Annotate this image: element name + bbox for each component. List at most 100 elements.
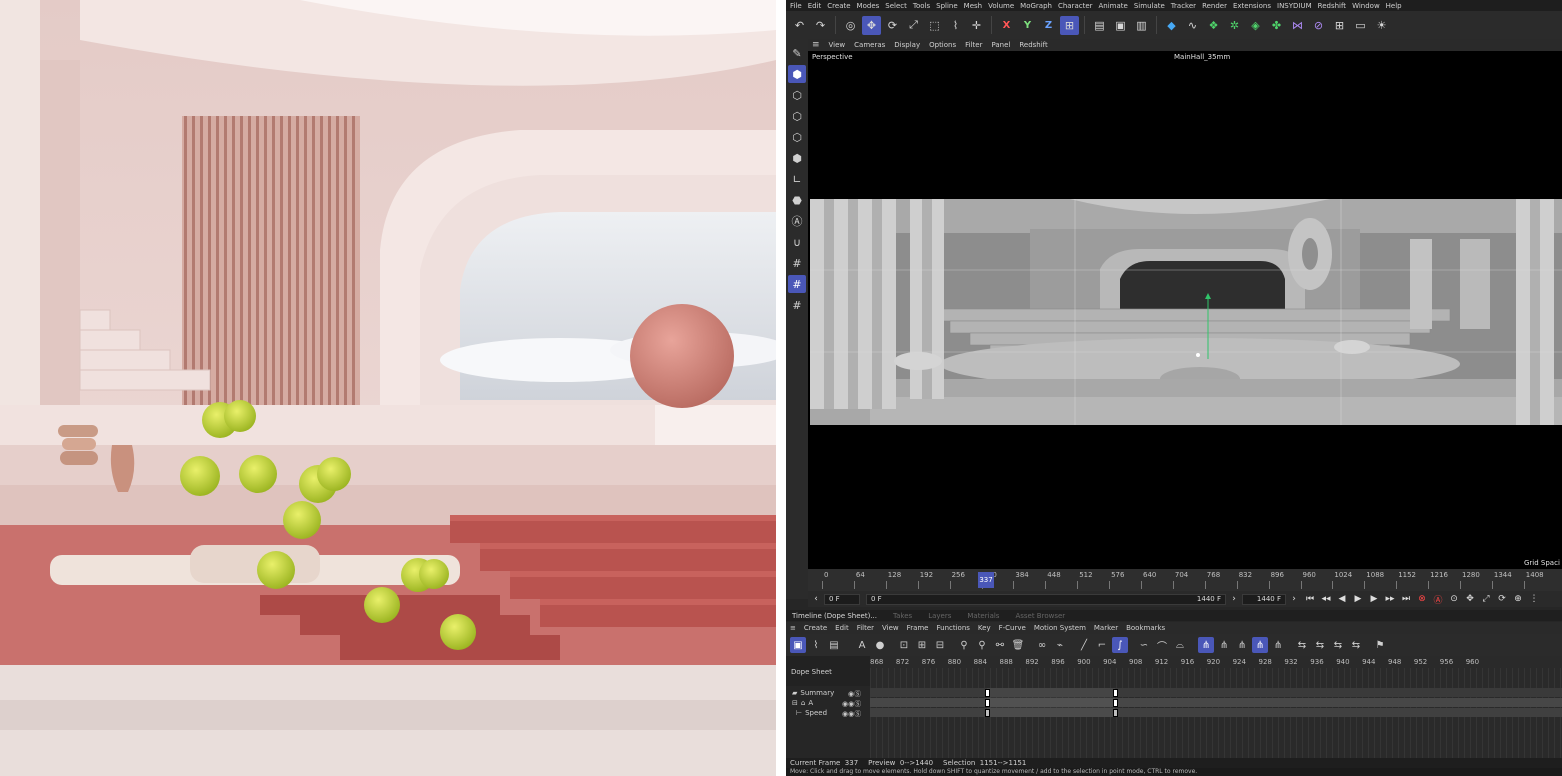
- go-to-start-icon[interactable]: ⏮: [1302, 592, 1318, 606]
- viewport-menu-cameras[interactable]: Cameras: [854, 41, 885, 49]
- visibility-icon[interactable]: ◉◉Ⓢ: [842, 699, 861, 709]
- menu-tools[interactable]: Tools: [913, 2, 930, 10]
- spline-tool-icon[interactable]: ⌇: [946, 16, 965, 35]
- frame-range-slider[interactable]: 0 F 1440 F: [866, 593, 1226, 605]
- ease-in-icon[interactable]: ⌒: [1154, 637, 1170, 653]
- tangent-clamp-icon[interactable]: ⋔: [1216, 637, 1232, 653]
- menu-window[interactable]: Window: [1352, 2, 1380, 10]
- next-key-icon[interactable]: ▸▸: [1382, 592, 1398, 606]
- viewport-menu-display[interactable]: Display: [894, 41, 920, 49]
- keyframe[interactable]: [985, 699, 990, 707]
- viewport-menu-icon[interactable]: ≡: [812, 40, 820, 50]
- menu-create[interactable]: Create: [827, 2, 850, 10]
- keyframe[interactable]: [985, 689, 990, 697]
- track-summary[interactable]: ▰ Summary: [792, 689, 834, 697]
- timeline-ruler[interactable]: 0641281922563203844485125766407047688328…: [808, 569, 1562, 591]
- tab-takes[interactable]: Takes: [893, 612, 912, 620]
- timeline-menu-icon[interactable]: ≡: [790, 624, 796, 632]
- visibility-icon[interactable]: ◉◉Ⓢ: [842, 709, 861, 719]
- tab-timeline-dope-sheet[interactable]: Timeline (Dope Sheet)...: [792, 612, 877, 620]
- polygon-mode-icon[interactable]: ⬢: [788, 149, 806, 167]
- edit-mode-icon[interactable]: ✎: [788, 44, 806, 62]
- previous-frame-icon[interactable]: ◀: [1334, 592, 1350, 606]
- start-frame-field[interactable]: 0 F: [824, 593, 860, 605]
- key-break-icon[interactable]: ⚯: [992, 637, 1008, 653]
- pen-icon[interactable]: ∿: [1183, 16, 1202, 35]
- viewport-menu-view[interactable]: View: [829, 41, 846, 49]
- timeline-menu-motion-system[interactable]: Motion System: [1034, 624, 1086, 632]
- timeline-menu-marker[interactable]: Marker: [1094, 624, 1118, 632]
- frame-all-icon[interactable]: ⊡: [896, 637, 912, 653]
- rotation-key-icon[interactable]: ⟳: [1494, 592, 1510, 606]
- camera-icon[interactable]: ▭: [1351, 16, 1370, 35]
- axis-tool-icon[interactable]: ✛: [967, 16, 986, 35]
- workplane-align-icon[interactable]: #: [788, 296, 806, 314]
- keyframe[interactable]: [1113, 689, 1118, 697]
- tag-icon[interactable]: ⊘: [1309, 16, 1328, 35]
- viewport-menu-redshift[interactable]: Redshift: [1019, 41, 1047, 49]
- tangent-lock-icon[interactable]: ⋔: [1234, 637, 1250, 653]
- ease-out-icon[interactable]: ⌓: [1172, 637, 1188, 653]
- redo-icon[interactable]: ↷: [811, 16, 830, 35]
- x-axis-lock-icon[interactable]: X: [997, 16, 1016, 35]
- delete-icon[interactable]: 🗑: [1010, 637, 1026, 653]
- play-icon[interactable]: ▶: [1350, 592, 1366, 606]
- frame-selected-icon[interactable]: ⊞: [914, 637, 930, 653]
- light-icon[interactable]: ☀: [1372, 16, 1391, 35]
- animation-mode-icon[interactable]: Ⓐ: [788, 212, 806, 230]
- menu-render[interactable]: Render: [1202, 2, 1227, 10]
- tab-materials[interactable]: Materials: [967, 612, 999, 620]
- deformer-icon[interactable]: ◈: [1246, 16, 1265, 35]
- record-icon[interactable]: ⊗: [1414, 592, 1430, 606]
- point-level-icon[interactable]: ⋮: [1526, 592, 1542, 606]
- rotate-tool-icon[interactable]: ⟳: [883, 16, 902, 35]
- track-speed[interactable]: ⊢ Speed: [796, 709, 827, 717]
- script-icon[interactable]: ⚑: [1372, 637, 1388, 653]
- timeline-menu-edit[interactable]: Edit: [835, 624, 849, 632]
- menu-modes[interactable]: Modes: [857, 2, 880, 10]
- menu-volume[interactable]: Volume: [988, 2, 1014, 10]
- parameter-key-icon[interactable]: ⊕: [1510, 592, 1526, 606]
- timeline-menu-create[interactable]: Create: [804, 624, 827, 632]
- ripple-icon[interactable]: ⌁: [1052, 637, 1068, 653]
- workplane-icon[interactable]: #: [788, 254, 806, 272]
- menu-mesh[interactable]: Mesh: [964, 2, 982, 10]
- menu-simulate[interactable]: Simulate: [1134, 2, 1165, 10]
- timeline-menu-functions[interactable]: Functions: [936, 624, 969, 632]
- tangent-auto-icon[interactable]: ⋔: [1198, 637, 1214, 653]
- timeline-menu-key[interactable]: Key: [978, 624, 991, 632]
- locked-workplane-icon[interactable]: #: [788, 275, 806, 293]
- coordinate-system-icon[interactable]: ⊞: [1060, 15, 1079, 35]
- model-mode-icon[interactable]: ⬢: [788, 65, 806, 83]
- tab-asset-browser[interactable]: Asset Browser: [1015, 612, 1065, 620]
- field-icon[interactable]: ✤: [1267, 16, 1286, 35]
- keyframe[interactable]: [1113, 709, 1118, 717]
- viewport-menu-panel[interactable]: Panel: [991, 41, 1010, 49]
- autokey-icon[interactable]: Ⓐ: [1430, 592, 1446, 606]
- texture-mode-icon[interactable]: ⬡: [788, 86, 806, 104]
- chevron-left-icon[interactable]: ‹: [808, 592, 824, 606]
- dope-sheet-grid[interactable]: 868 872 876 880 884 888 892 896 900 904 908 912 916 9…: [870, 656, 1562, 758]
- grid-icon[interactable]: ⊞: [1330, 16, 1349, 35]
- y-axis-lock-icon[interactable]: Y: [1018, 16, 1037, 35]
- align-key-icon[interactable]: ⇆: [1348, 637, 1364, 653]
- viewport[interactable]: Perspective MainHall_35mm Grid Spaci: [808, 51, 1562, 569]
- end-frame-field[interactable]: 1440 F: [1242, 593, 1286, 605]
- timeline-menu-frame[interactable]: Frame: [907, 624, 929, 632]
- frame-preview-icon[interactable]: ⊟: [932, 637, 948, 653]
- keyframe[interactable]: [1113, 699, 1118, 707]
- expand-icon[interactable]: ⊟: [792, 699, 798, 707]
- f-curve-mode-icon[interactable]: ⌇: [808, 637, 824, 653]
- spline-interpolation-icon[interactable]: ∫: [1112, 637, 1128, 653]
- menu-extensions[interactable]: Extensions: [1233, 2, 1271, 10]
- axis-mode-icon[interactable]: ∟: [788, 170, 806, 188]
- scale-key-icon[interactable]: ⤢: [1478, 592, 1494, 606]
- position-key-icon[interactable]: ✥: [1462, 592, 1478, 606]
- unpin-key-icon[interactable]: ⇆: [1312, 637, 1328, 653]
- link-icon[interactable]: ∞: [1034, 637, 1050, 653]
- keyframe[interactable]: [985, 709, 990, 717]
- point-mode-icon[interactable]: ⬡: [788, 107, 806, 125]
- chevron-right-icon[interactable]: ›: [1226, 592, 1242, 606]
- undo-icon[interactable]: ↶: [790, 16, 809, 35]
- tangent-zero-icon[interactable]: ⋔: [1270, 637, 1286, 653]
